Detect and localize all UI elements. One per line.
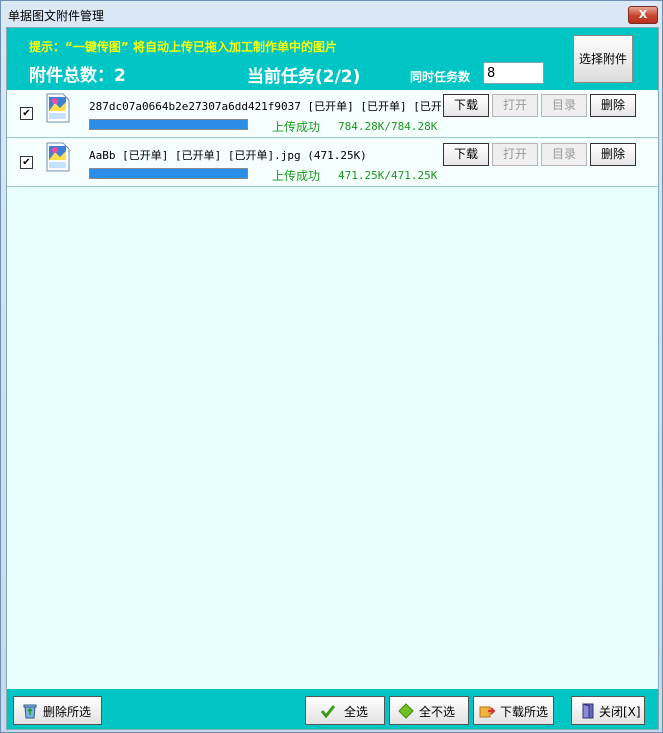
concurrency-label: 同时任务数 [410,70,471,84]
download-button[interactable]: 下载 [443,94,489,117]
progress-fill [90,169,247,178]
file-name: 287dc07a0664b2e27307a6dd421f9037 [已开单] [… [89,100,441,113]
attachment-manager-window: 单据图文附件管理 X 提示：“一键传图” 将自动上传已拖入加工制作单中的图片 附… [0,0,663,733]
download-folder-icon [479,706,495,718]
file-checkbox[interactable]: ✔ [20,107,33,120]
folder-button[interactable]: 目录 [541,143,587,166]
download-selected-button[interactable]: 下载所选 [473,696,554,725]
diamond-icon [398,703,414,719]
file-checkbox[interactable]: ✔ [20,156,33,169]
delete-button[interactable]: 删除 [590,143,636,166]
current-task: 当前任务(2/2) [247,67,361,87]
select-none-label: 全不选 [419,705,456,719]
delete-button[interactable]: 删除 [590,94,636,117]
close-label: 关闭[X] [599,705,641,719]
delete-selected-label: 删除所选 [43,705,92,719]
recycle-bin-icon [23,704,37,719]
file-size: 471.25K/471.25K [338,169,438,182]
select-none-button[interactable]: 全不选 [389,696,469,725]
footer-panel: 删除所选 全选 全不选 下载所选 关闭[X] [7,689,658,729]
total-count: 附件总数：2 [29,66,126,86]
open-button[interactable]: 打开 [492,94,538,117]
concurrency-input[interactable] [483,62,544,84]
file-row: ✔ AaBb [已开单] [已开单] [已开单].jpg (471.25K) 上… [7,139,658,187]
image-file-icon [46,142,70,172]
file-row: ✔ 287dc07a0664b2e27307a6dd421f9037 [已开单]… [7,90,658,138]
progress-bar [89,119,248,130]
select-all-label: 全选 [344,705,369,719]
image-file-icon [46,93,70,123]
close-button[interactable]: 关闭[X] [571,696,645,725]
progress-bar [89,168,248,179]
header-panel: 提示：“一键传图” 将自动上传已拖入加工制作单中的图片 附件总数：2 当前任务(… [7,28,658,90]
download-button[interactable]: 下载 [443,143,489,166]
download-selected-label: 下载所选 [500,705,549,719]
window-close-button[interactable]: X [628,6,658,24]
progress-fill [90,120,247,129]
title-bar: 单据图文附件管理 X [1,1,662,27]
tip-text: 提示：“一键传图” 将自动上传已拖入加工制作单中的图片 [29,40,337,54]
file-size: 784.28K/784.28K [338,120,438,133]
choose-attachment-button[interactable]: 选择附件 [573,35,633,83]
delete-selected-button[interactable]: 删除所选 [13,696,102,725]
upload-status: 上传成功 [272,120,321,134]
folder-button[interactable]: 目录 [541,94,587,117]
upload-status: 上传成功 [272,169,321,183]
client-area: 提示：“一键传图” 将自动上传已拖入加工制作单中的图片 附件总数：2 当前任务(… [6,27,659,730]
open-button[interactable]: 打开 [492,143,538,166]
checkmark-icon [320,705,336,719]
file-name: AaBb [已开单] [已开单] [已开单].jpg (471.25K) [89,149,367,162]
select-all-button[interactable]: 全选 [305,696,385,725]
window-title: 单据图文附件管理 [8,9,105,23]
exit-door-icon [582,703,594,719]
